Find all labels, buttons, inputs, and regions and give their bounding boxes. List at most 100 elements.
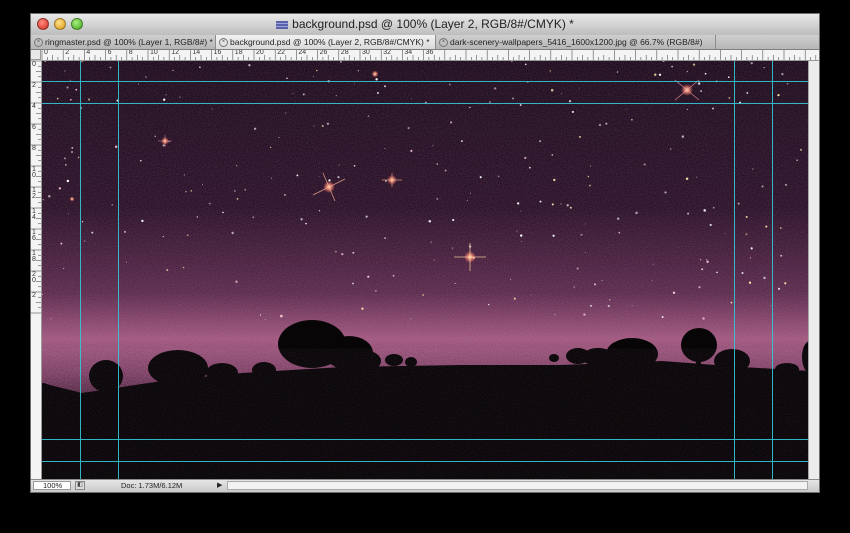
star	[353, 164, 356, 167]
star	[63, 268, 65, 269]
document-size[interactable]: Doc: 1.73M/6.12M	[121, 480, 182, 492]
star	[709, 223, 712, 227]
star	[553, 178, 556, 182]
tab-background[interactable]: × background.psd @ 100% (Layer 2, RGB/8#…	[216, 35, 436, 49]
horizontal-ruler[interactable]: 0 2 4 6 8 10 12 14 16 18 20 22 24 26 28 30 32 34 36	[41, 50, 819, 61]
star	[741, 271, 744, 275]
star	[91, 231, 94, 234]
star	[479, 176, 482, 179]
star	[436, 197, 439, 200]
star	[384, 85, 386, 88]
star	[635, 211, 638, 215]
star	[745, 233, 748, 236]
star	[745, 215, 748, 219]
star	[671, 65, 673, 68]
tab-close-icon[interactable]: ×	[439, 38, 448, 47]
star	[123, 230, 127, 233]
star	[568, 100, 572, 103]
star	[231, 231, 234, 235]
star	[696, 176, 697, 178]
star	[66, 179, 70, 183]
ruler-label: 32	[383, 50, 391, 56]
star	[517, 202, 520, 205]
minimize-icon[interactable]	[54, 18, 66, 30]
star	[222, 211, 224, 214]
ruler-origin[interactable]	[31, 50, 41, 60]
star	[585, 252, 587, 254]
tab-close-icon[interactable]: ×	[219, 38, 228, 47]
ruler-label: 1 0	[32, 166, 36, 179]
star	[699, 259, 702, 261]
star	[407, 127, 410, 130]
star	[763, 276, 766, 280]
vertical-ruler[interactable]: 0 2 4 6 8 1 0 1 2 1 4 1 6 1 8 2 0 2	[31, 60, 42, 480]
star	[607, 304, 610, 308]
star	[436, 163, 438, 165]
vertical-scrollbar[interactable]	[808, 61, 819, 480]
ruler-label: 12	[171, 50, 179, 56]
star	[109, 66, 112, 69]
star	[761, 185, 764, 188]
star	[626, 109, 627, 111]
ruler-label: 24	[298, 50, 307, 56]
star	[259, 314, 261, 316]
title-bar[interactable]: background.psd @ 100% (Layer 2, RGB/8#/C…	[31, 14, 819, 36]
proof-icon[interactable]: ◧	[75, 481, 85, 490]
star	[321, 125, 324, 127]
star	[519, 210, 521, 212]
star	[87, 98, 91, 101]
image-canvas[interactable]	[42, 61, 808, 480]
star	[69, 98, 72, 101]
zoom-field[interactable]: 100%	[33, 481, 71, 490]
ruler-label: 14	[192, 50, 201, 56]
ruler-label: 1 4	[32, 208, 36, 221]
star	[590, 305, 592, 307]
star	[686, 70, 689, 73]
star	[704, 72, 707, 75]
star	[50, 318, 52, 320]
tab-close-icon[interactable]: ×	[34, 38, 43, 47]
horizontal-scrollbar[interactable]	[227, 481, 808, 490]
star	[701, 268, 704, 271]
status-menu-arrow-icon[interactable]: ▶	[217, 480, 222, 492]
star	[145, 76, 147, 78]
star	[670, 148, 672, 150]
ruler-label: 26	[319, 50, 328, 56]
close-icon[interactable]	[37, 18, 49, 30]
star	[83, 240, 86, 242]
ruler-label: 1 2	[32, 187, 36, 200]
photoshop-document-window: background.psd @ 100% (Layer 2, RGB/8#/C…	[30, 13, 820, 493]
star	[269, 146, 272, 149]
star	[285, 112, 287, 114]
star	[179, 96, 181, 98]
ruler-label: 20	[256, 50, 264, 56]
star	[587, 175, 590, 178]
star	[466, 200, 468, 202]
star	[746, 92, 749, 94]
star	[493, 87, 497, 90]
star	[138, 83, 139, 85]
star	[428, 219, 432, 223]
ruler-label: 28	[340, 50, 349, 56]
tab-dark-scenery[interactable]: × dark-scenery-wallpapers_5416_1600x1200…	[436, 35, 716, 49]
star	[752, 168, 754, 170]
star	[338, 164, 340, 166]
star	[706, 260, 709, 263]
star	[64, 157, 66, 160]
star	[410, 98, 412, 100]
star	[190, 190, 193, 192]
star	[784, 183, 788, 186]
star	[450, 121, 453, 124]
star	[296, 174, 299, 177]
star	[252, 216, 255, 219]
tab-ringmaster[interactable]: × ringmaster.psd @ 100% (Layer 1, RGB/8#…	[31, 35, 216, 49]
star	[703, 209, 706, 212]
star	[352, 282, 354, 285]
star	[605, 122, 608, 125]
star	[653, 73, 657, 76]
star	[652, 264, 654, 266]
zoom-icon[interactable]	[71, 18, 83, 30]
star	[643, 163, 646, 166]
star	[551, 154, 554, 156]
star	[560, 92, 562, 94]
